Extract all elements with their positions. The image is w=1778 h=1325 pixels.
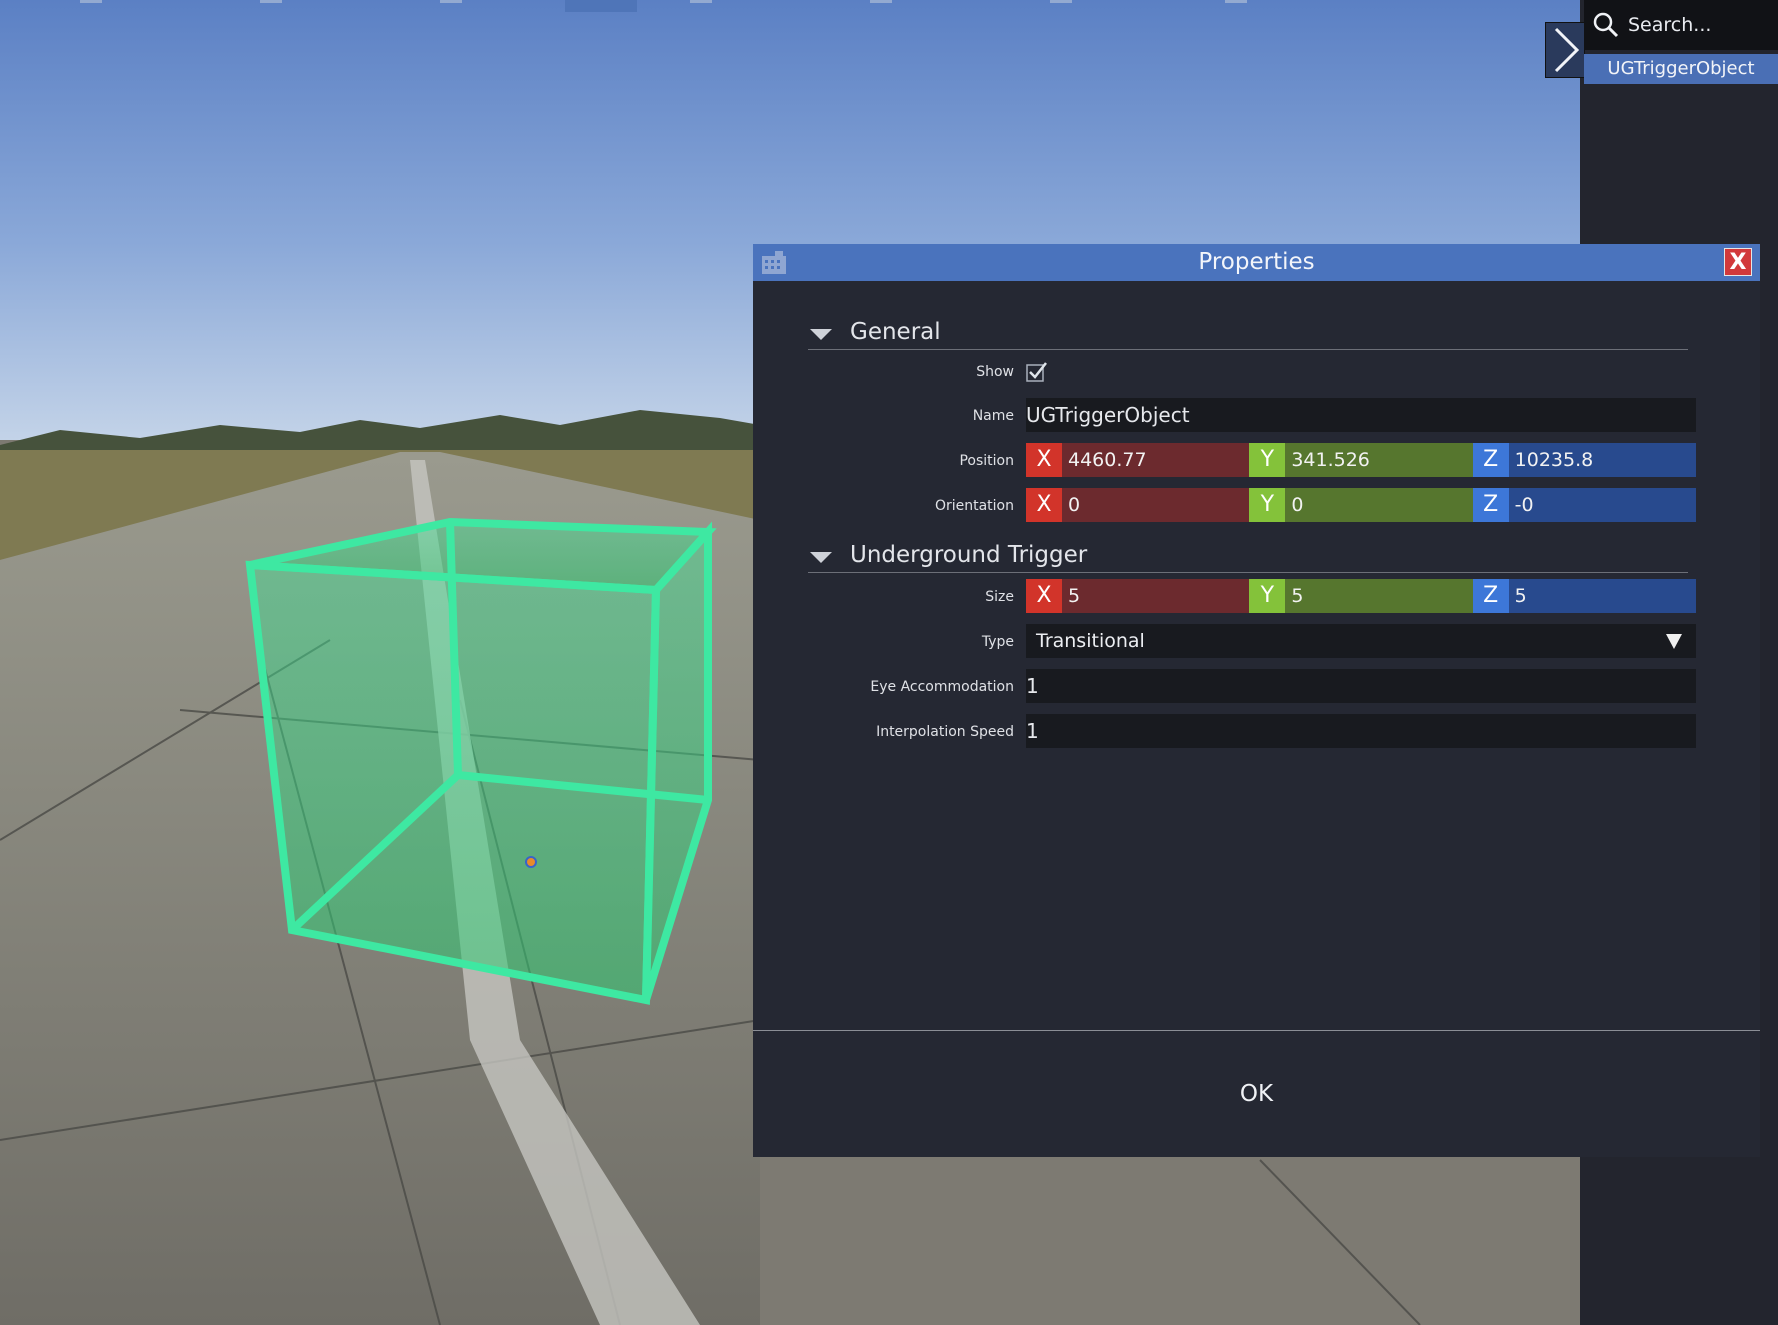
name-field[interactable]: UGTriggerObject [1026, 398, 1696, 432]
search-input[interactable]: Search... [1584, 0, 1778, 50]
top-bar-marker [1050, 0, 1072, 3]
show-label: Show [976, 364, 1014, 380]
outliner-item-ugtriggerobject[interactable]: UGTriggerObject [1584, 54, 1778, 84]
position-vector: X 4460.77 Y 341.526 Z 10235.8 [1026, 443, 1696, 477]
top-bar-active-tab[interactable] [565, 0, 637, 12]
section-title: General [850, 319, 941, 345]
dialog-title: Properties [1198, 249, 1315, 275]
size-x-field[interactable]: X5 [1026, 579, 1250, 613]
search-placeholder: Search... [1628, 14, 1712, 36]
dialog-titlebar[interactable]: Properties X [753, 244, 1760, 281]
eye-accommodation-label: Eye Accommodation [870, 679, 1014, 695]
size-y-field[interactable]: Y5 [1249, 579, 1473, 613]
top-bar-marker [80, 0, 102, 3]
top-bar-marker [260, 0, 282, 3]
orientation-z-field[interactable]: Z -0 [1472, 488, 1696, 522]
show-checkbox[interactable] [1026, 362, 1048, 382]
ok-button[interactable]: OK [753, 1031, 1760, 1157]
section-general-header[interactable]: General [808, 317, 1688, 350]
orientation-vector: X0 Y0 Z -0 [1026, 488, 1696, 522]
orientation-x-field[interactable]: X0 [1026, 488, 1250, 522]
name-label: Name [972, 408, 1014, 424]
close-button[interactable]: X [1724, 248, 1752, 276]
orientation-y-field[interactable]: Y0 [1249, 488, 1473, 522]
type-dropdown[interactable]: Transitional [1026, 624, 1696, 658]
position-y-field[interactable]: Y 341.526 [1249, 443, 1473, 477]
dropdown-arrow-icon [1666, 634, 1682, 649]
interpolation-speed-field[interactable]: 1 [1026, 714, 1696, 748]
interpolation-speed-label: Interpolation Speed [876, 724, 1014, 740]
size-label: Size [985, 589, 1014, 605]
collapse-panel-button[interactable] [1545, 22, 1585, 78]
chevron-right-icon [1554, 27, 1580, 73]
type-selected-value: Transitional [1036, 630, 1145, 652]
size-z-field[interactable]: Z5 [1472, 579, 1696, 613]
section-underground-trigger-header[interactable]: Underground Trigger [808, 540, 1688, 573]
top-bar-marker [440, 0, 462, 3]
properties-dialog: Properties X General Show Name UGTrigger… [753, 244, 1760, 1157]
position-z-field[interactable]: Z 10235.8 [1472, 443, 1696, 477]
type-label: Type [981, 634, 1014, 650]
eye-accommodation-field[interactable]: 1 [1026, 669, 1696, 703]
size-vector: X5 Y5 Z5 [1026, 579, 1696, 613]
position-x-field[interactable]: X 4460.77 [1026, 443, 1250, 477]
orientation-label: Orientation [934, 498, 1014, 514]
collapse-triangle-icon [810, 329, 832, 340]
search-icon [1593, 12, 1619, 38]
top-bar-marker [870, 0, 892, 3]
name-value: UGTriggerObject [1026, 403, 1190, 427]
position-label: Position [959, 453, 1014, 469]
top-bar-marker [690, 0, 712, 3]
trigger-volume [245, 517, 717, 1005]
section-title: Underground Trigger [850, 542, 1088, 568]
top-bar-marker [1225, 0, 1247, 3]
collapse-triangle-icon [810, 552, 832, 563]
